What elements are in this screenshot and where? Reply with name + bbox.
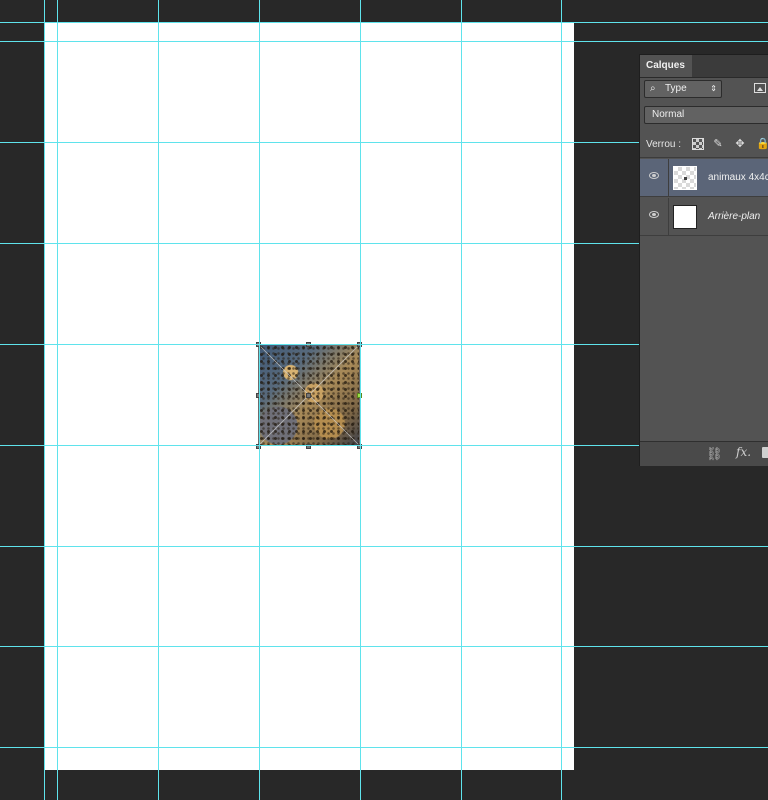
- layer-row[interactable]: Arrière-plan: [640, 198, 768, 236]
- eye-icon: [649, 172, 659, 179]
- guide-vertical[interactable]: [461, 0, 462, 800]
- lock-label: Verrou :: [646, 139, 682, 150]
- guide-vertical[interactable]: [360, 0, 361, 800]
- panel-footer: ⛓ fx.: [640, 441, 768, 466]
- layer-row[interactable]: animaux 4x4c: [640, 159, 768, 197]
- link-layers-icon[interactable]: ⛓: [706, 446, 723, 462]
- layer-thumbnail: [673, 205, 697, 229]
- guide-vertical[interactable]: [259, 0, 260, 800]
- layer-name: animaux 4x4c: [708, 172, 768, 183]
- guide-vertical[interactable]: [561, 0, 562, 800]
- tab-calques[interactable]: Calques: [640, 55, 692, 77]
- lock-transparent-icon[interactable]: [692, 138, 704, 150]
- layer-filter-row: ⌕ Type ⇕: [644, 80, 768, 100]
- layer-thumbnail: [673, 166, 697, 190]
- filter-kind-label: Type: [665, 83, 687, 94]
- guide-horizontal[interactable]: [0, 22, 768, 23]
- visibility-toggle[interactable]: [640, 159, 669, 197]
- guide-horizontal[interactable]: [0, 41, 768, 42]
- blend-mode-row: Normal: [644, 106, 768, 126]
- eye-icon: [649, 211, 659, 218]
- lock-row: Verrou : ✎ ✥ 🔒: [640, 135, 768, 158]
- guide-horizontal[interactable]: [0, 546, 768, 547]
- lock-all-icon[interactable]: 🔒: [756, 138, 768, 150]
- guide-horizontal[interactable]: [0, 747, 768, 748]
- lock-paint-icon[interactable]: ✎: [712, 138, 724, 150]
- guide-vertical[interactable]: [57, 0, 58, 800]
- panel-tab-bar: Calques: [640, 55, 768, 78]
- lock-position-icon[interactable]: ✥: [734, 138, 746, 150]
- guide-vertical[interactable]: [158, 0, 159, 800]
- transform-handle-center[interactable]: [306, 393, 311, 398]
- select-arrows-icon: ⇕: [710, 84, 717, 93]
- fx-icon[interactable]: fx.: [736, 445, 751, 459]
- layer-name: Arrière-plan: [708, 211, 761, 222]
- add-mask-icon[interactable]: [762, 447, 768, 458]
- blend-mode-select[interactable]: Normal: [644, 106, 768, 124]
- guide-vertical[interactable]: [44, 0, 45, 800]
- layer-filter-select[interactable]: ⌕ Type ⇕: [644, 80, 722, 98]
- search-icon: ⌕: [650, 83, 656, 94]
- layers-panel: Calques ⌕ Type ⇕ Normal Verrou : ✎ ✥ 🔒 a…: [639, 54, 768, 466]
- image-filter-icon[interactable]: [754, 83, 766, 93]
- guide-horizontal[interactable]: [0, 646, 768, 647]
- visibility-toggle[interactable]: [640, 198, 669, 236]
